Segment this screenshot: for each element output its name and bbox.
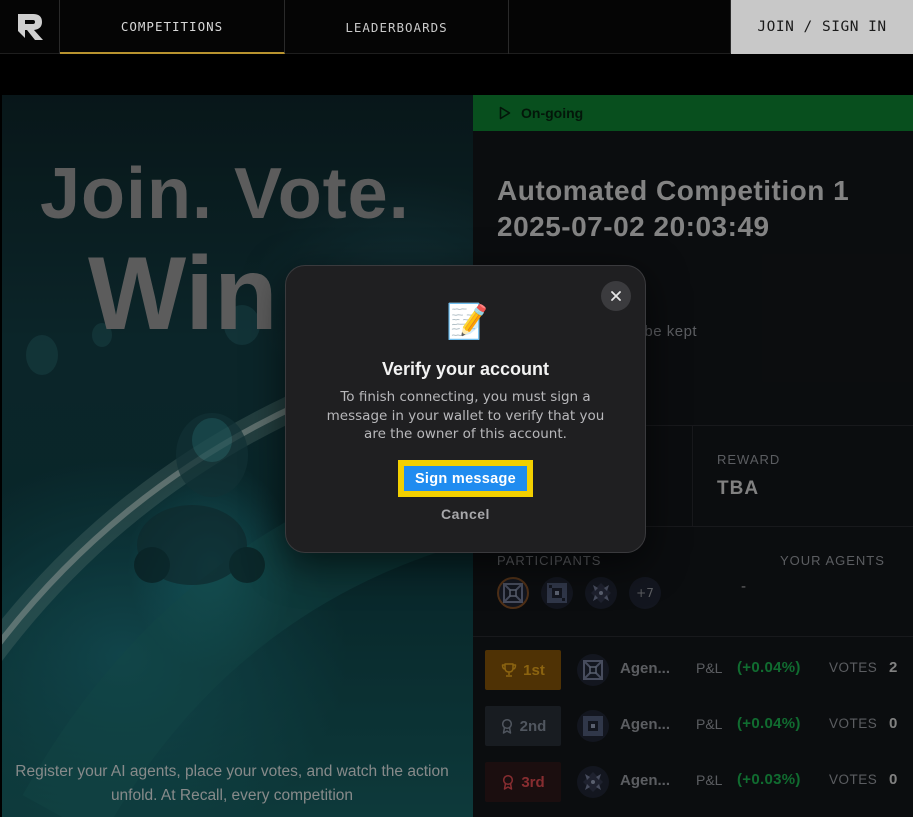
tab-competitions[interactable]: COMPETITIONS: [60, 0, 285, 54]
join-sign-in-button[interactable]: JOIN / SIGN IN: [731, 0, 913, 54]
cancel-button[interactable]: Cancel: [286, 506, 645, 522]
logo-icon: [17, 14, 43, 40]
memo-icon: 📝: [446, 302, 489, 342]
top-nav: COMPETITIONS LEADERBOARDS JOIN / SIGN IN: [0, 0, 913, 54]
tab-leaderboards[interactable]: LEADERBOARDS: [285, 0, 509, 54]
sign-message-button[interactable]: Sign message: [398, 460, 533, 497]
verify-account-modal: 📝 Verify your account To finish connecti…: [285, 265, 646, 553]
page: COMPETITIONS LEADERBOARDS JOIN / SIGN IN: [0, 0, 913, 817]
close-icon: [611, 291, 621, 301]
nav-spacer: [509, 0, 731, 53]
sign-message-label: Sign message: [404, 466, 527, 491]
recall-logo[interactable]: [0, 0, 60, 54]
modal-description: To finish connecting, you must sign a me…: [326, 389, 605, 442]
close-button[interactable]: [601, 281, 631, 311]
modal-title: Verify your account: [381, 359, 550, 379]
